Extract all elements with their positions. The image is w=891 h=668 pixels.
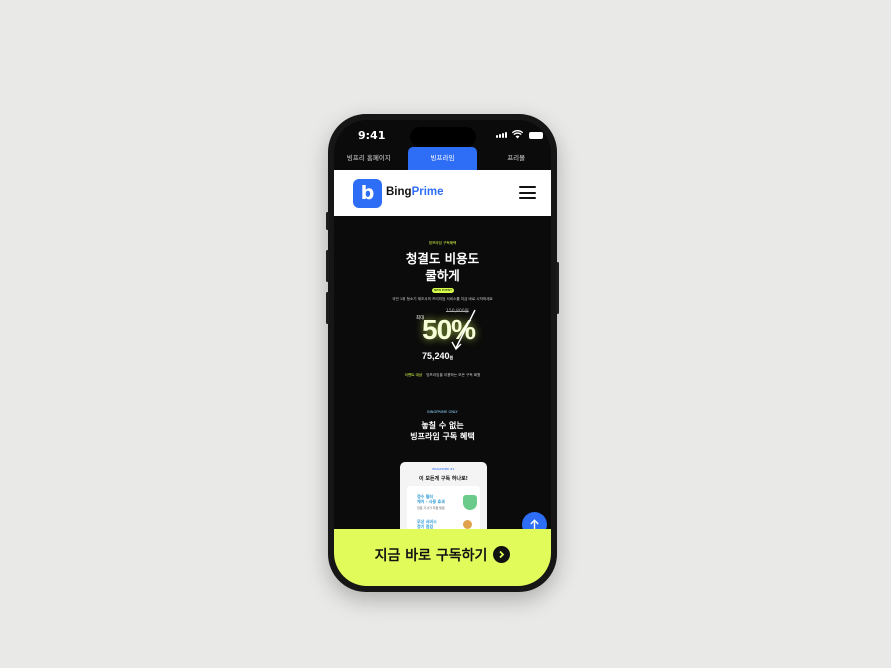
card-item1-title: 정수 필터 케어 - 사용 효과 [417, 494, 445, 504]
subscribe-cta-button[interactable]: 지금 바로 구독하기 [334, 529, 551, 586]
site-header: b BingPrime [334, 170, 551, 216]
top-tabs: 빙프리 홈페이지 빙프라임 프리몰 [334, 147, 551, 170]
footnote-text: 빙프라임을 이용하는 모든 구독 회원 [426, 373, 481, 377]
hero-title: 청결도 비용도 쿨하게 [334, 250, 551, 284]
tab-bingprime[interactable]: 빙프라임 [407, 147, 478, 170]
event-pill: NEW EVENT [432, 288, 454, 293]
card-item1-sub: 전문 기사가 직접 방문 [417, 506, 445, 510]
status-time: 9:41 [358, 129, 386, 142]
battery-icon [529, 132, 543, 139]
benefits-title: 놓칠 수 없는 빙프라임 구독 혜택 [334, 420, 551, 442]
hero-footnote: 이벤트 대상 빙프라임을 이용하는 모든 구독 회원 [334, 373, 551, 378]
benefits-title-line2: 빙프라임 구독 혜택 [410, 432, 475, 441]
chevron-right-icon [493, 546, 511, 563]
benefits-title-line1: 놓칠 수 없는 [421, 421, 464, 430]
benefits-section: BINGPRIME ONLY 놓칠 수 없는 빙프라임 구독 혜택 [334, 410, 551, 442]
card-item2-title: 무상 서비스 정기 점검 [417, 519, 437, 529]
card-item1-line2: 케어 - 사용 효과 [417, 499, 445, 504]
tab-bingfree-home[interactable]: 빙프리 홈페이지 [334, 147, 404, 170]
tab-freemall[interactable]: 프리몰 [481, 147, 551, 170]
phone-screen: 9:41 빙프리 홈페이지 빙프라임 프리몰 b BingPrime 빙프라임 … [334, 120, 551, 586]
hero-eyebrow: 빙프라임 구독혜택 [428, 241, 457, 245]
logo-text[interactable]: BingPrime [386, 186, 444, 198]
dynamic-island [410, 127, 476, 147]
footnote-highlight: 이벤트 대상 [404, 373, 423, 377]
hero-description: 국민 1위 청소기 제조사의 프리미엄 서비스를 지금 바로 시작하세요 [392, 297, 493, 301]
logo-text-prime: Prime [411, 186, 444, 198]
benefits-eyebrow: BINGPRIME ONLY [427, 410, 458, 414]
logo-mark[interactable]: b [353, 179, 382, 208]
coin-icon [463, 520, 472, 529]
new-price-value: 75,240 [422, 351, 450, 361]
price-drop-arrow-icon [451, 309, 476, 351]
shield-icon [463, 495, 477, 510]
signal-icon [496, 132, 507, 138]
logo-text-bing: Bing [386, 186, 412, 198]
hero-title-line1: 청결도 비용도 [405, 251, 480, 266]
hamburger-icon[interactable] [519, 186, 536, 199]
status-bar: 9:41 [334, 120, 551, 148]
new-price-unit: 원 [449, 355, 454, 360]
card-eyebrow: BINGPRIME #1 [432, 467, 455, 471]
wifi-icon [512, 130, 523, 139]
hero-title-line2: 쿨하게 [425, 268, 460, 283]
cta-label: 지금 바로 구독하기 [374, 547, 488, 564]
new-price: 75,240원 [422, 351, 453, 361]
card-title: 이 모든게 구독 하나로! [419, 476, 468, 482]
